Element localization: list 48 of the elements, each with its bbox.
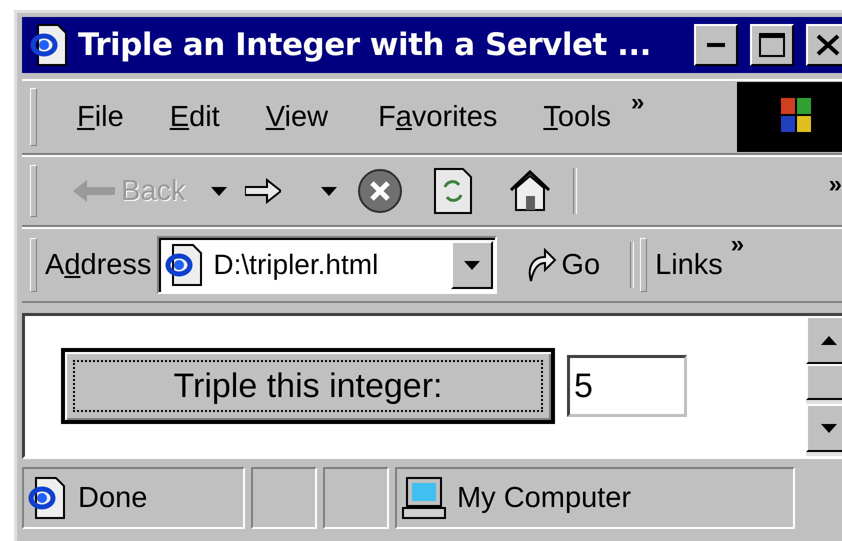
status-pane — [323, 467, 389, 529]
page-icon — [28, 476, 68, 520]
more-chevron[interactable]: » — [631, 89, 644, 117]
toolbar-grip[interactable] — [30, 238, 37, 292]
forward-button[interactable] — [245, 178, 282, 204]
minimize-button[interactable] — [694, 24, 738, 66]
down-arrow-icon — [820, 424, 836, 432]
toolbar-grip[interactable] — [30, 165, 37, 217]
minimize-icon — [707, 43, 725, 47]
up-arrow-icon — [820, 336, 836, 344]
menu-item[interactable]: Edit — [170, 100, 220, 134]
status-text: Done — [78, 482, 148, 514]
scroll-down-button[interactable] — [806, 404, 842, 452]
dropdown-button[interactable] — [451, 241, 494, 289]
dropdown-icon[interactable] — [211, 186, 228, 196]
window-title: Triple an Integer with a Servlet ... — [78, 27, 652, 63]
refresh-button[interactable] — [433, 167, 474, 215]
address-label: Address — [45, 248, 152, 282]
close-icon — [816, 34, 840, 56]
left-arrow-icon — [73, 178, 117, 204]
maximize-button[interactable] — [750, 24, 794, 66]
stop-button[interactable] — [357, 168, 404, 214]
zone-text: My Computer — [457, 482, 632, 514]
computer-icon — [401, 476, 447, 520]
toolbar-grip[interactable] — [640, 238, 648, 292]
status-pane — [251, 467, 317, 529]
close-button[interactable] — [806, 24, 842, 66]
menu-item[interactable]: Favorites — [378, 100, 498, 134]
go-button[interactable]: Go — [525, 247, 600, 283]
toolbar-grip[interactable] — [30, 88, 37, 146]
down-arrow-icon — [321, 186, 338, 196]
address-field[interactable]: D:\tripler.html — [157, 236, 498, 294]
down-arrow-icon — [211, 186, 228, 196]
dropdown-icon[interactable] — [321, 186, 338, 196]
scroll-up-button[interactable] — [806, 316, 842, 364]
more-chevron[interactable]: » — [828, 171, 842, 199]
down-arrow-icon — [464, 260, 480, 270]
logo-icon — [737, 82, 842, 152]
submit-button[interactable]: Triple this integer: — [61, 348, 555, 424]
scroll-thumb[interactable] — [806, 364, 842, 400]
menu-item[interactable]: Tools — [543, 100, 612, 134]
more-chevron[interactable]: » — [730, 231, 744, 259]
menu-item[interactable]: View — [266, 100, 328, 134]
links-button[interactable]: Links — [655, 248, 723, 282]
browser-icon — [30, 23, 70, 67]
menu-item[interactable]: File — [77, 100, 124, 134]
maximize-icon — [759, 33, 785, 57]
integer-field[interactable]: 5 — [567, 355, 687, 417]
